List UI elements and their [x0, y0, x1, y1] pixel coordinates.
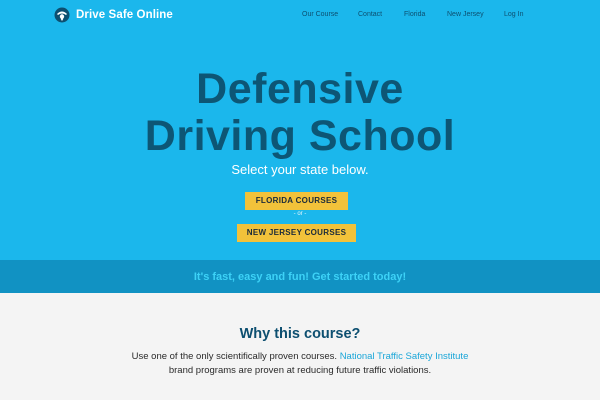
nav-links: Our Course Contact Florida New Jersey Lo… — [0, 11, 600, 23]
why-section-title: Why this course? — [239, 326, 361, 342]
hero-section: Drive Safe Online Our Course Contact Flo… — [0, 0, 600, 260]
headline-line-1: Defensive — [196, 65, 404, 113]
why-section-body: Use one of the only scientifically prove… — [0, 350, 600, 378]
nav-link-contact[interactable]: Contact — [358, 11, 382, 18]
why-body-before: Use one of the only scientifically prove… — [131, 351, 338, 362]
nav-link-log-in[interactable]: Log In — [504, 11, 523, 18]
hero-tagline: Select your state below. — [231, 162, 369, 177]
why-body-after: brand programs are proven at reducing fu… — [168, 365, 432, 376]
headline-line-2: Driving School — [144, 112, 456, 160]
promo-band: It's fast, easy and fun! Get started tod… — [0, 260, 600, 293]
new-jersey-courses-button[interactable]: NEW JERSEY COURSES — [237, 224, 356, 242]
top-navigation: Drive Safe Online Our Course Contact Flo… — [0, 0, 600, 32]
florida-courses-button[interactable]: FLORIDA COURSES — [245, 192, 348, 210]
ntsi-link[interactable]: National Traffic Safety Institute — [340, 351, 469, 362]
promo-text: It's fast, easy and fun! Get started tod… — [193, 271, 407, 283]
nav-link-our-course[interactable]: Our Course — [302, 11, 338, 18]
nav-link-new-jersey[interactable]: New Jersey — [447, 11, 484, 18]
nav-link-florida[interactable]: Florida — [404, 11, 425, 18]
or-separator: - or - — [293, 211, 307, 217]
page-headline: Defensive Driving School — [0, 66, 600, 160]
why-section: Why this course? Use one of the only sci… — [0, 293, 600, 400]
